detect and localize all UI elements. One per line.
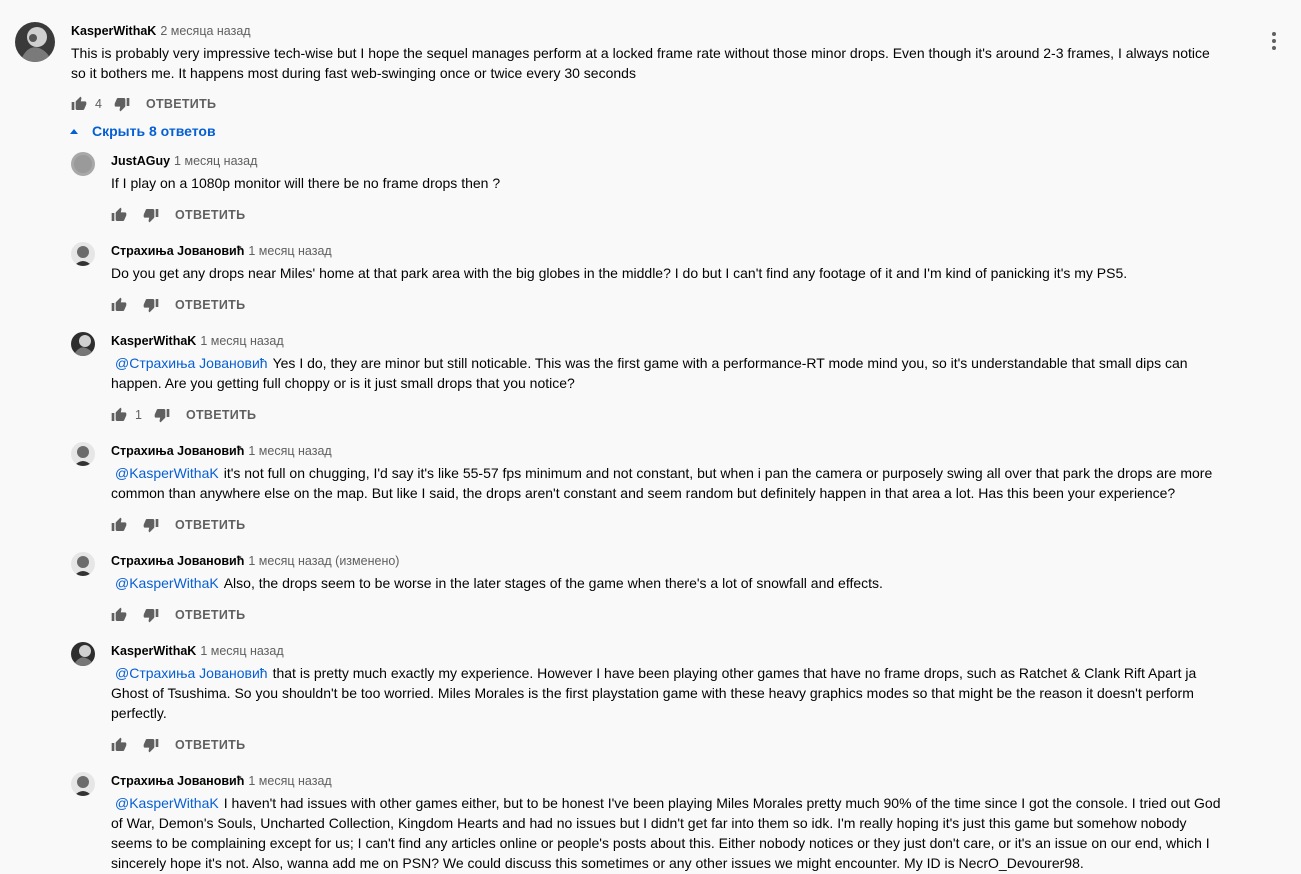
comment-actions: ОТВЕТИТЬ [111, 293, 245, 317]
avatar[interactable] [71, 242, 95, 266]
avatar[interactable] [71, 642, 95, 666]
more-actions-icon[interactable] [1266, 30, 1282, 54]
author-name[interactable]: Страхиња Јовановић [111, 554, 244, 568]
comment-line: Do you get any drops near Miles' home at… [111, 265, 1128, 281]
dislike-icon[interactable] [143, 607, 159, 623]
like-icon[interactable] [111, 297, 127, 313]
dislike-icon[interactable] [143, 297, 159, 313]
comment-line: Also, the drops seem to be worse in the … [223, 575, 883, 591]
like-icon[interactable] [111, 407, 127, 423]
avatar[interactable] [71, 332, 95, 356]
dislike-icon[interactable] [154, 407, 170, 423]
avatar[interactable] [15, 22, 55, 62]
comment-line: of War, Demon's Souls, Uncharted Collect… [111, 815, 1187, 831]
hide-replies-label: Скрыть 8 ответов [92, 123, 216, 139]
author-name[interactable]: KasperWithaK [111, 644, 196, 658]
reply-button[interactable]: ОТВЕТИТЬ [175, 208, 245, 222]
author-name[interactable]: Страхиња Јовановић [111, 774, 244, 788]
mention-link[interactable]: @KasperWithaK [115, 465, 219, 481]
comment-actions: ОТВЕТИТЬ [111, 203, 245, 227]
comment-line: seems to be complaining except for us; I… [111, 835, 1210, 851]
timestamp[interactable]: 2 месяца назад [160, 24, 250, 38]
dislike-icon[interactable] [143, 737, 159, 753]
avatar[interactable] [71, 152, 95, 176]
like-icon[interactable] [111, 517, 127, 533]
reply-button[interactable]: ОТВЕТИТЬ [175, 298, 245, 312]
comment-line: sincerely hope it's not. Also, wanna add… [111, 855, 1084, 871]
comment-line: it's not full on chugging, I'd say it's … [223, 465, 1213, 481]
comment-text: This is probably very impressive tech-wi… [71, 43, 1256, 83]
chevron-up-icon [70, 128, 78, 134]
timestamp[interactable]: 1 месяц назад (изменено) [248, 554, 399, 568]
timestamp[interactable]: 1 месяц назад [248, 244, 331, 258]
comment-line: Ghost of Tsushima. So you shouldn't be t… [111, 685, 1194, 701]
reply-button[interactable]: ОТВЕТИТЬ [175, 608, 245, 622]
comment-header: KasperWithaK 2 месяца назад [71, 22, 251, 40]
reply-button[interactable]: ОТВЕТИТЬ [175, 518, 245, 532]
reply-button[interactable]: ОТВЕТИТЬ [186, 408, 256, 422]
like-icon[interactable] [111, 207, 127, 223]
author-name[interactable]: Страхиња Јовановић [111, 444, 244, 458]
like-icon[interactable] [71, 96, 87, 112]
reply-button[interactable]: ОТВЕТИТЬ [175, 738, 245, 752]
comment-line: I haven't had issues with other games ei… [223, 795, 1221, 811]
comment-actions: 4 ОТВЕТИТЬ [71, 92, 216, 116]
comment-line: perfectly. [111, 705, 167, 721]
timestamp[interactable]: 1 месяц назад [200, 334, 283, 348]
comment-actions: ОТВЕТИТЬ [111, 733, 245, 757]
author-name[interactable]: KasperWithaK [71, 24, 156, 38]
dislike-icon[interactable] [143, 517, 159, 533]
mention-link[interactable]: @Страхиња Јовановић [115, 355, 268, 371]
avatar[interactable] [71, 772, 95, 796]
dislike-icon[interactable] [143, 207, 159, 223]
comment-actions: 1 ОТВЕТИТЬ [111, 403, 256, 427]
comment-line: that is pretty much exactly my experienc… [272, 665, 1197, 681]
timestamp[interactable]: 1 месяц назад [174, 154, 257, 168]
mention-link[interactable]: @KasperWithaK [115, 575, 219, 591]
comment-actions: ОТВЕТИТЬ [111, 513, 245, 537]
reply-button[interactable]: ОТВЕТИТЬ [146, 97, 216, 111]
comment-line: Yes I do, they are minor but still notic… [272, 355, 1188, 371]
author-name[interactable]: KasperWithaK [111, 334, 196, 348]
like-icon[interactable] [111, 737, 127, 753]
comment-line: common than anywhere else on the map. Bu… [111, 485, 1176, 501]
avatar[interactable] [71, 552, 95, 576]
mention-link[interactable]: @Страхиња Јовановић [115, 665, 268, 681]
author-name[interactable]: JustAGuy [111, 154, 170, 168]
dislike-icon[interactable] [114, 96, 130, 112]
like-icon[interactable] [111, 607, 127, 623]
hide-replies-button[interactable]: Скрыть 8 ответов [70, 121, 216, 141]
mention-link[interactable]: @KasperWithaK [115, 795, 219, 811]
comment-line: happen. Are you getting full choppy or i… [111, 375, 575, 391]
timestamp[interactable]: 1 месяц назад [200, 644, 283, 658]
timestamp[interactable]: 1 месяц назад [248, 774, 331, 788]
avatar[interactable] [71, 442, 95, 466]
comment-line: This is probably very impressive tech-wi… [71, 45, 1210, 61]
like-count: 4 [95, 97, 102, 111]
like-count: 1 [135, 408, 142, 422]
comment-line: If I play on a 1080p monitor will there … [111, 175, 501, 191]
comment-line: so it bothers me. It happens most during… [71, 65, 636, 81]
comment-actions: ОТВЕТИТЬ [111, 603, 245, 627]
timestamp[interactable]: 1 месяц назад [248, 444, 331, 458]
author-name[interactable]: Страхиња Јовановић [111, 244, 244, 258]
